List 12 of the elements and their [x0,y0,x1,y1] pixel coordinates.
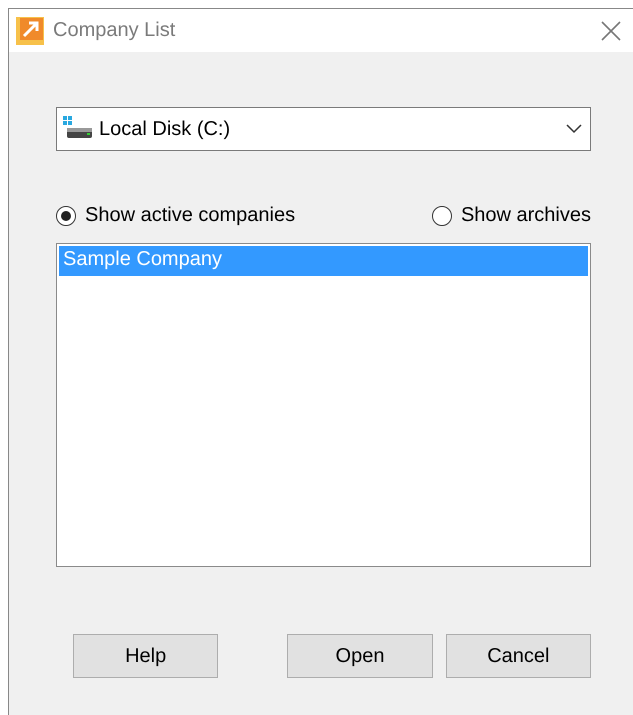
radio-label[interactable]: Show active companies [85,204,296,227]
drive-dropdown[interactable]: Local Disk (C:) [56,107,591,151]
app-logo-icon [15,16,45,46]
radio-button[interactable] [56,206,76,226]
dialog-button[interactable]: Help [73,634,218,678]
chevron-down-icon [566,124,582,134]
radio-label[interactable]: Show archives [460,204,591,227]
dialog-button[interactable]: Open [287,634,433,678]
window-title: Company List [53,19,176,42]
radio-button[interactable] [432,206,452,226]
dialog-button[interactable]: Cancel [446,634,591,678]
close-icon[interactable] [600,20,622,42]
